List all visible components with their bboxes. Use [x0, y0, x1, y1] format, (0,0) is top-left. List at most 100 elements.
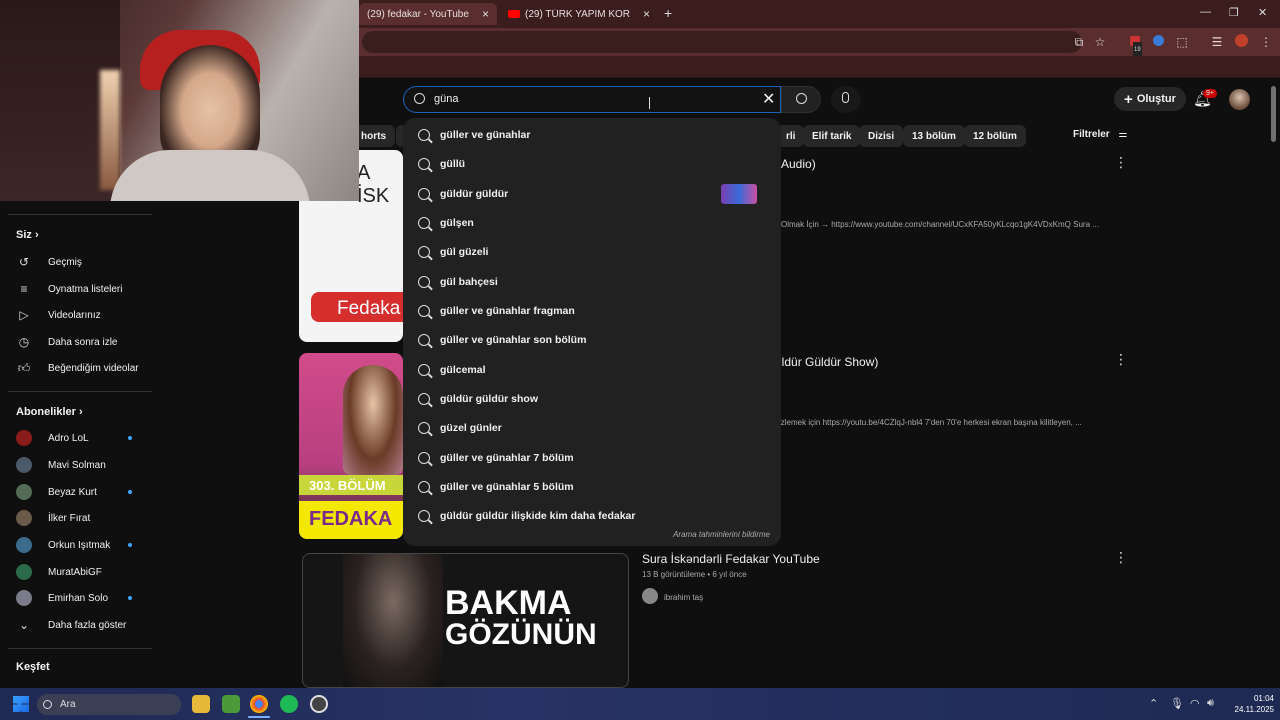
taskbar-search[interactable]: Ara [37, 694, 181, 715]
playlist-icon: ≡ [20, 282, 28, 296]
sidebar-item-history[interactable]: ↺ Geçmiş [16, 249, 152, 275]
tray-overflow-icon[interactable]: ⌃ [1149, 697, 1158, 710]
chip-13-bolum[interactable]: 13 bölüm [903, 125, 965, 147]
notifications-badge: 9+ [1203, 89, 1217, 98]
file-explorer-icon[interactable] [192, 695, 210, 713]
create-button[interactable]: + Oluştur [1114, 87, 1186, 111]
video-thumbnail[interactable]: BAKMA GÖZÜNÜN [302, 553, 629, 688]
sidebar-item-label: Adro LoL [48, 432, 89, 444]
filters-label: Filtreler [1073, 129, 1110, 140]
profile-avatar-icon[interactable] [1233, 34, 1249, 50]
sidebar-item-playlists[interactable]: ≡ Oynatma listeleri [16, 276, 152, 302]
clear-search-icon[interactable]: ✕ [762, 89, 775, 109]
suggestion-item[interactable]: güller ve günahlar son bölüm [403, 325, 781, 354]
wifi-icon[interactable]: ◠ [1190, 697, 1200, 710]
suggestion-item[interactable]: güller ve günahlar fragman [403, 296, 781, 325]
sidebar-sub-muratabigf[interactable]: MuratAbiGF [16, 559, 152, 585]
sidebar-subscriptions-heading[interactable]: Abonelikler › [16, 406, 83, 418]
video-menu-icon[interactable]: ⋮ [1114, 549, 1128, 566]
minecraft-icon[interactable] [222, 695, 240, 713]
search-button[interactable] [781, 86, 821, 113]
sidebar-item-liked[interactable]: 👍︎ Beğendiğim videolar [16, 355, 152, 381]
bookmark-star-icon[interactable]: ☆ [1092, 34, 1108, 50]
new-tab-button[interactable]: + [664, 5, 672, 21]
obs-icon[interactable] [310, 695, 328, 713]
extension-badge-icon[interactable]: 19 [1127, 34, 1143, 58]
chip-12-bolum[interactable]: 12 bölüm [964, 125, 1026, 147]
sidebar-sub-orkun-isitmak[interactable]: Orkun Işıtmak [16, 532, 152, 558]
channel-name[interactable]: ibrahim taş [664, 593, 703, 602]
install-app-icon[interactable]: ⧉ [1071, 34, 1087, 50]
restore-icon[interactable]: ❐ [1229, 6, 1239, 19]
filters-button[interactable]: Filtreler ⚌ [1073, 129, 1127, 140]
suggestion-item[interactable]: güldür güldür show [403, 384, 781, 413]
close-tab-icon[interactable]: × [643, 7, 650, 21]
sidebar-item-label: Oynatma listeleri [48, 283, 123, 295]
chevron-down-icon: ⌄ [18, 618, 30, 632]
media-controls-icon[interactable]: ☰ [1209, 34, 1225, 50]
video-thumbnail[interactable]: 303. BÖLÜM FEDAKA [299, 353, 403, 539]
sidebar-sub-beyaz-kurt[interactable]: Beyaz Kurt [16, 479, 152, 505]
sidebar-item-label: Videolarınız [48, 309, 101, 321]
webcam-overlay [0, 0, 359, 201]
watch-later-icon: ◷ [18, 335, 30, 349]
search-icon [418, 509, 430, 522]
volume-icon[interactable]: 🔊︎ [1207, 697, 1214, 710]
minimize-icon[interactable]: — [1200, 6, 1211, 18]
channel-avatar [16, 457, 32, 473]
video-menu-icon[interactable]: ⋮ [1114, 154, 1128, 171]
sidebar-sub-adro-lol[interactable]: Adro LoL [16, 425, 152, 451]
microphone-icon[interactable]: 🎙︎ [1170, 697, 1184, 710]
page-scrollbar[interactable] [1271, 86, 1276, 142]
menu-kebab-icon[interactable]: ⋮ [1258, 34, 1274, 50]
search-suggestions-dropdown: güller ve günahlar güllü güldür güldür g… [403, 118, 781, 546]
tab-korku[interactable]: (29) TÜRK YAPIM KORKU OYUN × [500, 3, 658, 25]
account-avatar[interactable] [1229, 89, 1250, 110]
suggestion-item[interactable]: gülşen [403, 208, 781, 237]
thumbnail-text: FEDAKA [309, 508, 393, 530]
thumbnail-person [343, 554, 443, 687]
chrome-icon[interactable] [250, 695, 268, 713]
sidebar-sub-ilker-firat[interactable]: İlker Fırat [16, 505, 152, 531]
extensions-puzzle-icon[interactable]: ⬚ [1174, 34, 1190, 50]
suggestion-item[interactable]: gül bahçesi [403, 267, 781, 296]
chip-dizisi[interactable]: Dizisi [859, 125, 904, 147]
suggestion-item[interactable]: güllü [403, 149, 781, 178]
video-menu-icon[interactable]: ⋮ [1114, 351, 1128, 368]
sidebar-item-your-videos[interactable]: ▷ Videolarınız [16, 302, 152, 328]
video-title[interactable]: Sura İskəndərli Fedakar YouTube [642, 552, 820, 566]
suggestion-item[interactable]: güldür güldür [403, 179, 781, 208]
video-title[interactable]: üldür Güldür Show) [775, 355, 878, 369]
suggestion-item[interactable]: gül güzeli [403, 237, 781, 266]
search-input[interactable]: güna ✕ [403, 86, 781, 113]
your-videos-icon: ▷ [19, 308, 29, 322]
tab-fedakar[interactable]: (29) fedakar - YouTube × [359, 3, 497, 25]
address-input[interactable] [362, 31, 1082, 53]
sidebar-sub-mavi-solman[interactable]: Mavi Solman [16, 452, 152, 478]
suggestion-item[interactable]: güldür güldür ilişkide kim daha fedakar [403, 501, 781, 530]
sidebar-show-more[interactable]: ⌄ Daha fazla göster [16, 612, 152, 638]
close-tab-icon[interactable]: × [482, 7, 489, 21]
sidebar-item-label: Emirhan Solo [48, 592, 109, 604]
voice-search-button[interactable] [831, 86, 861, 113]
search-icon [418, 187, 430, 200]
suggestion-item[interactable]: güller ve günahlar 7 bölüm [403, 443, 781, 472]
suggestion-item[interactable]: güzel günler [403, 413, 781, 442]
video-title[interactable]: Audio) [781, 157, 816, 171]
suggestion-item[interactable]: gülcemal [403, 355, 781, 384]
sidebar-item-watch-later[interactable]: ◷ Daha sonra izle [16, 329, 152, 355]
sidebar-explore-heading[interactable]: Keşfet [16, 661, 50, 673]
chip-elif-tarik[interactable]: Elif tarik [803, 125, 861, 147]
sidebar-you-heading[interactable]: Siz › [16, 229, 39, 241]
chip-partial-2[interactable]: rli [777, 125, 805, 147]
clock-date: 24.11.2025 [1234, 705, 1274, 714]
extension-icon[interactable] [1150, 34, 1166, 50]
suggestion-item[interactable]: güller ve günahlar [403, 120, 781, 149]
spotify-icon[interactable] [280, 695, 298, 713]
suggestion-item[interactable]: güller ve günahlar 5 bölüm [403, 472, 781, 501]
sidebar-sub-emirhan-solo[interactable]: Emirhan Solo [16, 585, 152, 611]
close-window-icon[interactable]: ✕ [1258, 6, 1267, 19]
report-predictions-link[interactable]: Arama tahminlerini bildirme [403, 530, 770, 539]
taskbar-clock[interactable]: 01:04 24.11.2025 [1224, 693, 1274, 715]
channel-avatar[interactable] [642, 588, 658, 604]
